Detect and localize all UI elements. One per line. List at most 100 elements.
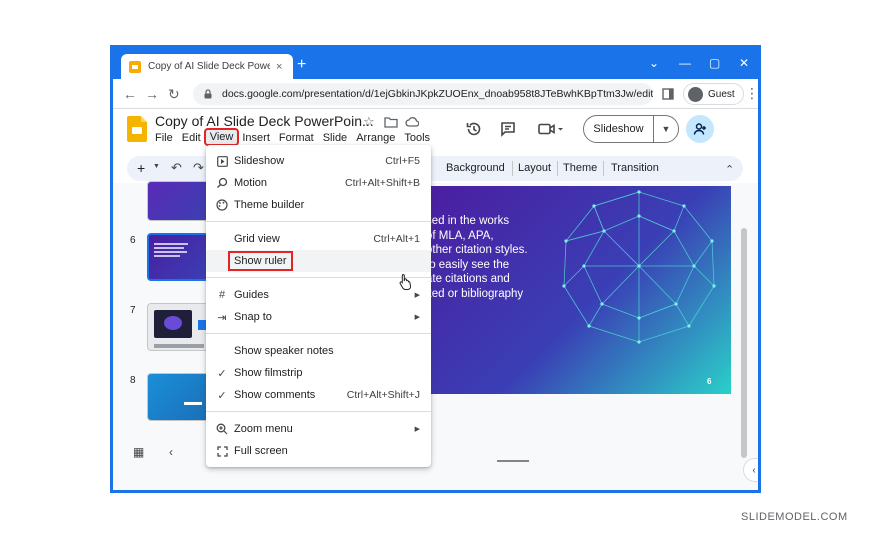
- menu-item-full-screen[interactable]: Full screen: [206, 440, 431, 462]
- toolbar-transition[interactable]: Transition: [611, 162, 659, 174]
- new-tab-button[interactable]: +: [297, 57, 306, 73]
- slideshow-dropdown-icon[interactable]: ▼: [654, 124, 678, 134]
- grid-view-icon[interactable]: ▦: [133, 445, 144, 459]
- tab-search-icon[interactable]: ⌄: [649, 56, 659, 70]
- slide-text-line: to easily see the: [426, 258, 510, 271]
- submenu-arrow-icon: ▶: [414, 426, 420, 433]
- side-panel-toggle-icon[interactable]: ‹: [743, 458, 758, 482]
- minimize-icon[interactable]: —: [679, 56, 691, 70]
- filmstrip-collapse-icon[interactable]: ‹: [169, 445, 173, 459]
- cloud-status-icon[interactable]: [405, 115, 419, 129]
- undo-icon[interactable]: ↶: [171, 160, 182, 176]
- version-history-icon[interactable]: [465, 120, 483, 138]
- forward-arrow-icon[interactable]: →: [145, 86, 159, 102]
- tab-close-icon[interactable]: ×: [276, 61, 282, 73]
- submenu-arrow-icon: ▶: [414, 314, 420, 321]
- slides-favicon-icon: [129, 60, 141, 73]
- redo-icon[interactable]: ↷: [193, 160, 204, 176]
- vertical-scrollbar[interactable]: [741, 228, 747, 458]
- url-text: docs.google.com/presentation/d/1ejGbkinJ…: [222, 88, 653, 100]
- menu-item-shortcut: Ctrl+F5: [385, 155, 420, 167]
- move-folder-icon[interactable]: [384, 115, 398, 129]
- menu-item-label: Zoom menu: [234, 423, 293, 435]
- speaker-notes-resize-handle[interactable]: [497, 460, 529, 462]
- menu-tools[interactable]: Tools: [404, 132, 430, 144]
- toolbar-separator: [603, 161, 604, 176]
- watermark-text: SLIDEMODEL.COM: [741, 511, 848, 523]
- new-slide-dropdown-icon[interactable]: ▼: [153, 163, 160, 170]
- profile-label: Guest: [708, 88, 735, 100]
- menu-item-show-filmstrip[interactable]: ✓ Show filmstrip: [206, 362, 431, 384]
- menu-arrange[interactable]: Arrange: [356, 132, 395, 144]
- screenshot-stage: Copy of AI Slide Deck PowerPoint × + ⌄ —…: [0, 0, 870, 539]
- menu-item-guides[interactable]: # Guides ▶: [206, 284, 431, 306]
- new-slide-button[interactable]: +: [137, 160, 145, 176]
- menu-item-label: Theme builder: [234, 199, 305, 211]
- close-window-icon[interactable]: ✕: [739, 56, 749, 70]
- menu-view[interactable]: View: [203, 128, 240, 146]
- share-button[interactable]: [686, 115, 714, 143]
- lock-icon: [204, 89, 212, 99]
- menu-item-label: Snap to: [234, 311, 272, 323]
- menu-format[interactable]: Format: [279, 132, 314, 144]
- menu-insert[interactable]: Insert: [242, 132, 270, 144]
- menu-item-label: Grid view: [234, 233, 280, 245]
- toolbar-separator: [557, 161, 558, 176]
- slide-thumbnail-8[interactable]: [147, 373, 209, 421]
- slide-thumbnail-7[interactable]: [147, 303, 209, 351]
- slide-number-6: 6: [130, 235, 136, 246]
- slide-thumbnail-6[interactable]: [147, 233, 209, 281]
- menu-item-motion[interactable]: Motion Ctrl+Alt+Shift+B: [206, 172, 431, 194]
- zoom-icon: [216, 423, 228, 435]
- menu-item-show-ruler[interactable]: Show ruler: [206, 250, 431, 272]
- menu-item-label: Show filmstrip: [234, 367, 303, 379]
- slide-text-line: sed in the works: [426, 215, 510, 227]
- browser-menu-icon[interactable]: ⋮: [745, 85, 758, 101]
- maximize-icon[interactable]: ▢: [709, 56, 720, 70]
- star-icon[interactable]: ☆: [363, 115, 377, 129]
- menu-item-shortcut: Ctrl+Alt+Shift+J: [346, 389, 420, 401]
- menu-item-show-comments[interactable]: ✓ Show comments Ctrl+Alt+Shift+J: [206, 384, 431, 406]
- back-arrow-icon[interactable]: ←: [123, 86, 137, 102]
- menu-item-label: Slideshow: [234, 155, 285, 167]
- menu-separator: [206, 277, 431, 278]
- toolbar-separator: [512, 161, 513, 176]
- browser-tab[interactable]: Copy of AI Slide Deck PowerPoint ×: [121, 54, 293, 79]
- menu-file[interactable]: File: [155, 132, 173, 144]
- slide-number-8: 8: [130, 375, 136, 386]
- toolbar-theme[interactable]: Theme: [563, 162, 597, 174]
- omnibox[interactable]: docs.google.com/presentation/d/1ejGbkinJ…: [193, 83, 653, 105]
- slides-logo-icon[interactable]: [127, 116, 147, 142]
- profile-chip[interactable]: Guest: [683, 83, 744, 105]
- slide-canvas[interactable]: sed in the works of MLA, APA, other cita…: [426, 186, 731, 394]
- menu-item-slideshow[interactable]: Slideshow Ctrl+F5: [206, 150, 431, 172]
- menu-item-grid-view[interactable]: Grid view Ctrl+Alt+1: [206, 228, 431, 250]
- menu-item-snap-to[interactable]: ⇥ Snap to ▶: [206, 306, 431, 328]
- slide-body-text[interactable]: sed in the works of MLA, APA, other cita…: [426, 214, 546, 302]
- menu-slide[interactable]: Slide: [323, 132, 347, 144]
- fullscreen-icon: [216, 445, 228, 457]
- slide-thumbnail-5[interactable]: [147, 181, 209, 221]
- menu-item-theme-builder[interactable]: Theme builder: [206, 194, 431, 216]
- meet-camera-icon[interactable]: [537, 120, 565, 138]
- menu-item-show-speaker-notes[interactable]: Show speaker notes: [206, 340, 431, 362]
- slide-text-line: other citation styles.: [426, 244, 528, 257]
- menu-item-zoom-menu[interactable]: Zoom menu ▶: [206, 418, 431, 440]
- document-title[interactable]: Copy of AI Slide Deck PowerPoin...: [155, 113, 374, 129]
- toolbar-background[interactable]: Background: [446, 162, 505, 174]
- menu-separator: [206, 221, 431, 222]
- check-icon: ✓: [217, 389, 227, 402]
- browser-window: Copy of AI Slide Deck PowerPoint × + ⌄ —…: [110, 45, 761, 493]
- menu-edit[interactable]: Edit: [182, 132, 201, 144]
- sidepanel-icon[interactable]: [662, 88, 674, 100]
- menu-item-label: Show speaker notes: [234, 345, 334, 357]
- reload-icon[interactable]: ↻: [168, 86, 180, 102]
- collapse-toolbar-icon[interactable]: ⌃: [725, 163, 734, 176]
- guest-avatar-icon: [688, 86, 703, 102]
- toolbar-layout[interactable]: Layout: [518, 162, 551, 174]
- comments-icon[interactable]: [499, 120, 517, 138]
- slide-page-number: 6: [707, 377, 712, 386]
- menu-separator: [206, 411, 431, 412]
- check-icon: ✓: [217, 367, 227, 380]
- slideshow-button[interactable]: Slideshow ▼: [583, 115, 679, 143]
